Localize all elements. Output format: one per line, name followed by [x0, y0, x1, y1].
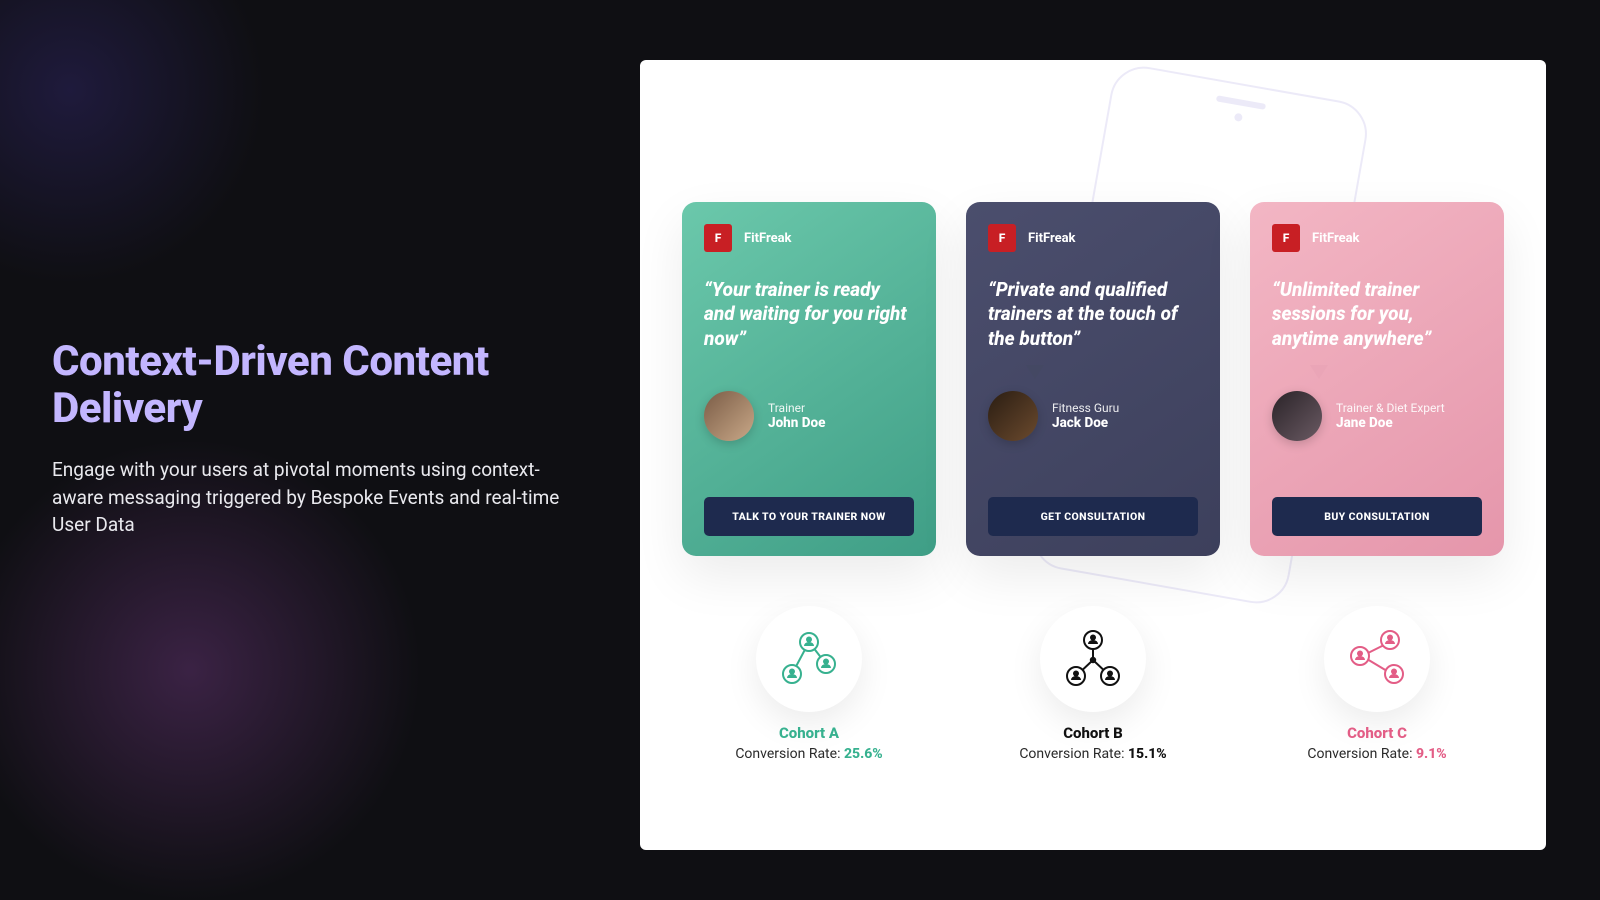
speech-tail-icon — [1026, 365, 1044, 379]
talk-to-trainer-button[interactable]: TALK TO YOUR TRAINER NOW — [704, 497, 914, 536]
hero-title: Context-Driven Content Delivery — [52, 338, 572, 432]
cohort-network-icon — [1324, 606, 1430, 712]
brand-name: FitFreak — [1312, 231, 1360, 246]
trainer-role: Trainer — [768, 401, 825, 415]
cohorts-row: Cohort A Conversion Rate: 25.6% — [674, 606, 1512, 762]
trainer-name: John Doe — [768, 415, 825, 431]
trainer-role: Fitness Guru — [1052, 401, 1119, 415]
cohort-b: Cohort B Conversion Rate: 15.1% — [966, 606, 1220, 762]
cohort-rate-label: Conversion Rate: — [1307, 746, 1416, 762]
hero-subtitle: Engage with your users at pivotal moment… — [52, 456, 562, 539]
brand-logo-icon: F — [704, 224, 732, 252]
hero-copy: Context-Driven Content Delivery Engage w… — [52, 338, 572, 539]
cohort-name: Cohort B — [966, 724, 1220, 742]
cohort-rate-value: 15.1% — [1128, 746, 1167, 762]
brand-logo-icon: F — [988, 224, 1016, 252]
cohort-rate-label: Conversion Rate: — [1019, 746, 1128, 762]
cohort-a: Cohort A Conversion Rate: 25.6% — [682, 606, 936, 762]
cohort-rate: Conversion Rate: 15.1% — [966, 746, 1220, 762]
card-quote: “Your trainer is ready and waiting for y… — [704, 278, 914, 351]
cohort-name: Cohort C — [1250, 724, 1504, 742]
brand-logo-icon: F — [1272, 224, 1300, 252]
card-quote: “Private and qualified trainers at the t… — [988, 278, 1198, 351]
trainer-name: Jack Doe — [1052, 415, 1119, 431]
message-cards-row: F FitFreak “Your trainer is ready and wa… — [674, 202, 1512, 556]
cohort-c: Cohort C Conversion Rate: 9.1% — [1250, 606, 1504, 762]
speech-tail-icon — [742, 365, 760, 379]
avatar — [704, 391, 754, 441]
cohort-rate: Conversion Rate: 25.6% — [682, 746, 936, 762]
avatar — [1272, 391, 1322, 441]
cohort-rate: Conversion Rate: 9.1% — [1250, 746, 1504, 762]
brand-name: FitFreak — [1028, 231, 1076, 246]
avatar — [988, 391, 1038, 441]
card-quote: “Unlimited trainer sessions for you, any… — [1272, 278, 1482, 351]
cohort-network-icon — [756, 606, 862, 712]
buy-consultation-button[interactable]: BUY CONSULTATION — [1272, 497, 1482, 536]
trainer-role: Trainer & Diet Expert — [1336, 401, 1445, 415]
message-card-c: F FitFreak “Unlimited trainer sessions f… — [1250, 202, 1504, 556]
message-card-a: F FitFreak “Your trainer is ready and wa… — [682, 202, 936, 556]
brand-name: FitFreak — [744, 231, 792, 246]
message-card-b: F FitFreak “Private and qualified traine… — [966, 202, 1220, 556]
speech-tail-icon — [1310, 365, 1328, 379]
cohort-rate-value: 9.1% — [1416, 746, 1447, 762]
cohort-rate-value: 25.6% — [844, 746, 883, 762]
cohort-network-icon — [1040, 606, 1146, 712]
showcase-panel: F FitFreak “Your trainer is ready and wa… — [640, 60, 1546, 850]
trainer-name: Jane Doe — [1336, 415, 1445, 431]
get-consultation-button[interactable]: GET CONSULTATION — [988, 497, 1198, 536]
cohort-rate-label: Conversion Rate: — [735, 746, 844, 762]
cohort-name: Cohort A — [682, 724, 936, 742]
